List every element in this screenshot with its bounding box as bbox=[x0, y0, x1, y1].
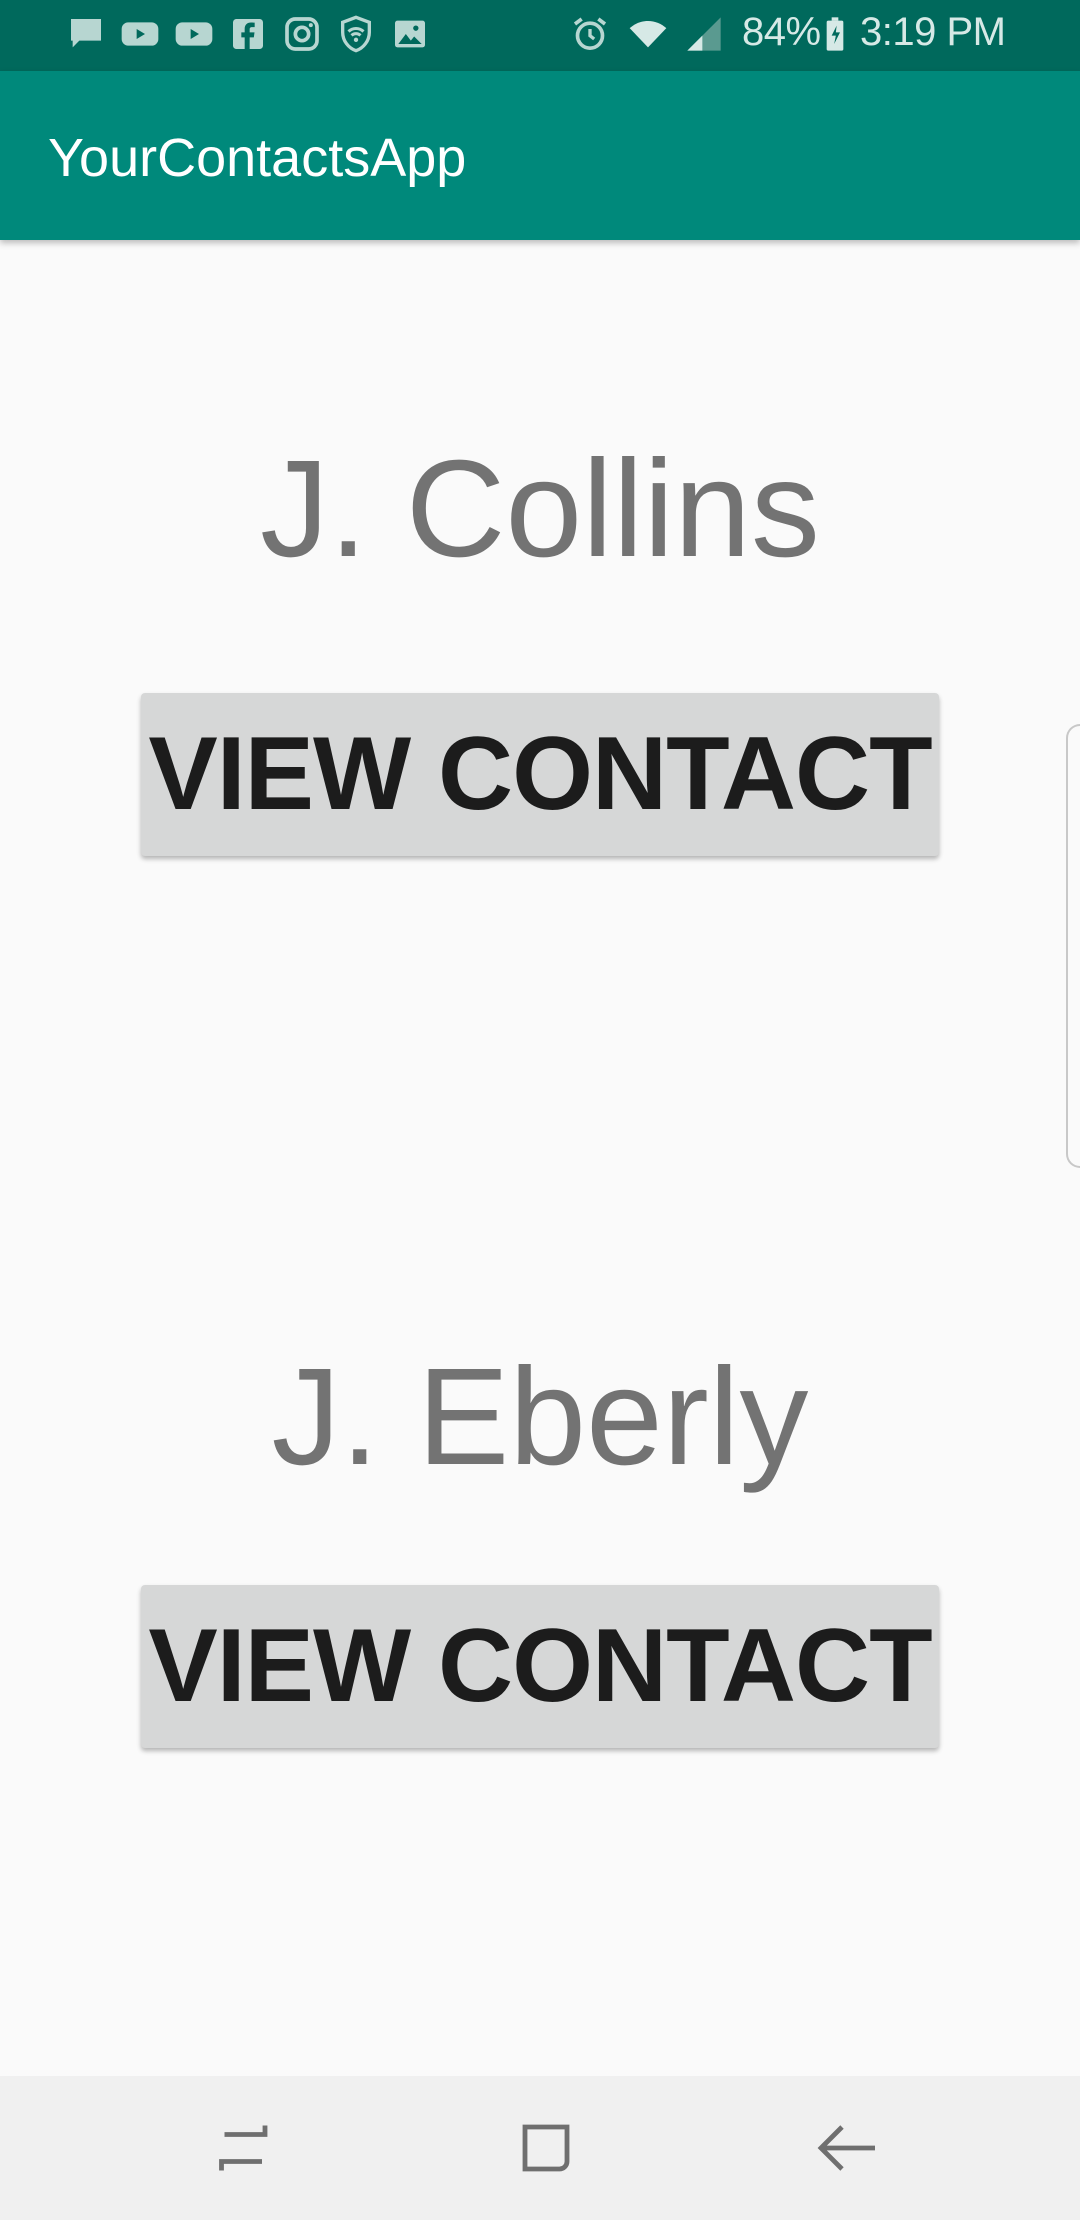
youtube-icon bbox=[174, 14, 214, 54]
wifi-icon bbox=[628, 14, 668, 54]
contact-name: J. Collins bbox=[260, 432, 820, 586]
signal-icon bbox=[684, 14, 724, 54]
battery-charging-icon bbox=[820, 14, 850, 54]
battery-percent: 84% bbox=[742, 10, 821, 54]
recent-apps-icon[interactable] bbox=[208, 2112, 280, 2184]
view-contact-button[interactable]: VIEW CONTACT bbox=[141, 1585, 939, 1748]
home-icon[interactable] bbox=[510, 2112, 582, 2184]
clock: 3:19 PM bbox=[860, 10, 1006, 54]
image-icon bbox=[390, 14, 430, 54]
youtube-icon bbox=[120, 14, 160, 54]
facebook-icon bbox=[228, 14, 268, 54]
app-title: YourContactsApp bbox=[48, 128, 467, 188]
edge-panel-handle[interactable] bbox=[1066, 724, 1080, 1168]
screen: 84% 3:19 PM YourContactsApp J. Collins V… bbox=[0, 0, 1080, 2220]
app-bar: YourContactsApp bbox=[0, 71, 1080, 240]
instagram-icon bbox=[282, 14, 322, 54]
view-contact-button[interactable]: VIEW CONTACT bbox=[141, 693, 939, 856]
navigation-bar bbox=[0, 2076, 1080, 2220]
message-icon bbox=[66, 14, 106, 54]
shield-wifi-icon bbox=[336, 14, 376, 54]
status-bar: 84% 3:19 PM bbox=[0, 0, 1080, 71]
alarm-icon bbox=[570, 14, 610, 54]
back-icon[interactable] bbox=[812, 2112, 884, 2184]
contact-name: J. Eberly bbox=[271, 1340, 809, 1494]
